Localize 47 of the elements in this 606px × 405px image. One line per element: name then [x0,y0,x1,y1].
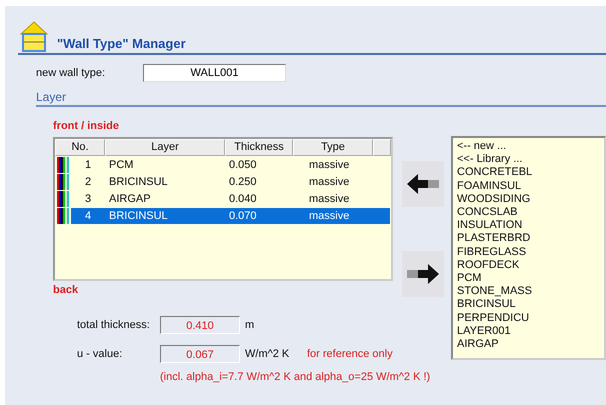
library-item[interactable]: WOODSIDING [457,192,600,206]
unit-label: m [245,318,256,330]
library-item[interactable]: <<- Library ... [457,153,600,166]
layer-row[interactable]: 3 AIRGAP 0.040 massive [71,190,390,206]
column-header[interactable]: Layer [105,139,225,156]
library-item[interactable]: STONE_MASS [457,285,600,298]
layer-section-title: Layer [36,90,606,107]
footnote: (incl. alpha_i=7.7 W/m^2 K and alpha_o=25 W/m^2 K !) [160,371,430,383]
library-item[interactable]: <-- new ... [457,140,600,154]
layer-color-icon [57,174,69,190]
house-icon [20,21,48,52]
library-item[interactable]: INSULATION [457,219,600,232]
manager-title: "Wall Type" Manager [57,36,186,52]
result-value: 0.067 [160,344,240,362]
library-item[interactable]: FOAMINSUL [457,180,600,193]
unit-label: W/m^2 K [245,348,290,360]
library-item[interactable]: AIRGAP [457,338,600,352]
library-item[interactable]: CONCSLAB [457,206,600,220]
result-value: 0.410 [160,316,240,334]
layer-row[interactable]: 2 BRICINSUL 0.250 massive [71,174,390,190]
library-item[interactable]: LAYER001 [457,324,600,338]
library-item[interactable]: ROOFDECK [457,258,600,272]
column-header[interactable]: Type [293,139,373,156]
wall-type-field[interactable]: WALL001 [143,64,286,82]
library-item[interactable]: BRICINSUL [457,298,600,312]
new-wall-type-label: new wall type: [36,67,106,79]
result-label: total thickness: [77,318,151,330]
column-header[interactable]: No. [55,139,105,156]
layer-row[interactable]: 4 BRICINSUL 0.070 massive [71,208,390,224]
add-layer-button[interactable] [402,161,444,207]
layer-color-icon [57,190,69,206]
back-label: back [53,284,78,296]
left-arrow-icon [406,172,440,196]
layer-row[interactable]: 1 PCM 0.050 massive [71,156,390,172]
front-inside-label: front / inside [53,120,119,132]
column-header[interactable]: Thickness [225,139,293,156]
library-item[interactable]: CONCRETEBL [457,166,600,180]
library-item[interactable]: FIBREGLASS [457,246,600,259]
library-item[interactable]: PLASTERBRD [457,232,600,246]
remove-layer-button[interactable] [402,251,444,297]
layer-color-icon [57,208,69,224]
result-label: u - value: [77,348,124,360]
layer-color-icon [57,156,69,172]
reference-note: for reference only [307,348,393,360]
library-item[interactable]: PERPENDICU [457,312,600,325]
right-arrow-icon [406,262,440,286]
library-item[interactable]: PCM [457,272,600,286]
